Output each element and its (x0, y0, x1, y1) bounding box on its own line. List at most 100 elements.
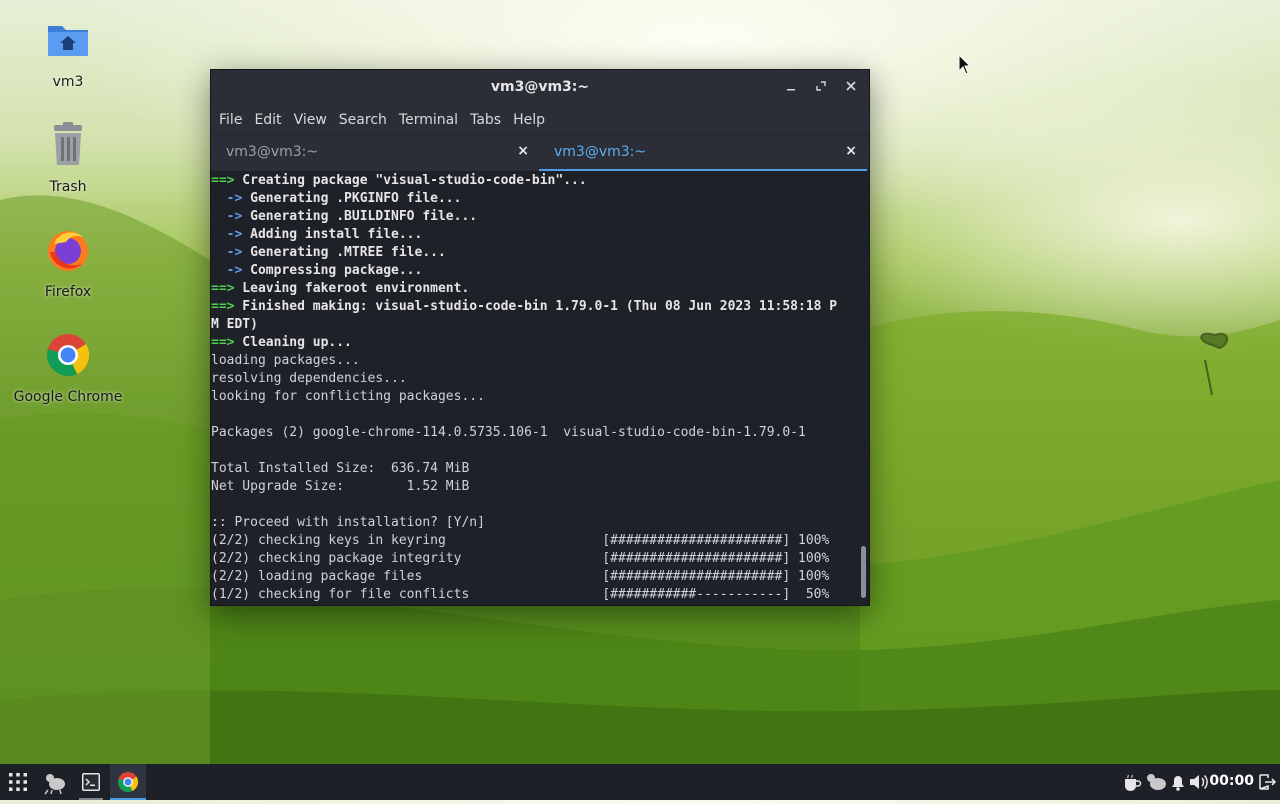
terminal-line: :: Proceed with installation? [Y/n] (211, 514, 857, 532)
terminal-line-text: Generating .PKGINFO file... (242, 191, 462, 206)
desktop-icon-chrome[interactable]: Google Chrome (8, 331, 128, 405)
terminal-line: (2/2) checking package integrity [######… (211, 550, 857, 568)
terminal-line: (2/2) loading package files [###########… (211, 568, 857, 586)
menu-bar: File Edit View Search Terminal Tabs Help (211, 106, 869, 134)
desktop-icon-firefox[interactable]: Firefox (8, 226, 128, 300)
tab-label: vm3@vm3:~ (554, 144, 647, 160)
taskbar-xfce-button[interactable] (38, 764, 74, 800)
menu-tabs[interactable]: Tabs (469, 112, 509, 128)
terminal-line: ==> Cleaning up... (211, 334, 857, 352)
terminal-line-text: resolving dependencies... (211, 371, 407, 386)
tab-close-icon[interactable]: × (517, 143, 529, 159)
terminal-line: Packages (2) google-chrome-114.0.5735.10… (211, 424, 857, 442)
tab-bar: vm3@vm3:~ × vm3@vm3:~ × (211, 134, 869, 171)
terminal-line: (2/2) checking keys in keyring [########… (211, 532, 857, 550)
terminal-line-prefix: -> (211, 191, 243, 206)
terminal-line: -> Adding install file... (211, 226, 857, 244)
terminal-line: -> Generating .BUILDINFO file... (211, 208, 857, 226)
terminal-line-prefix: -> (211, 209, 243, 224)
terminal-line-text: (1/2) checking for file conflicts [#####… (211, 587, 830, 602)
desktop-icon-label: Trash (49, 179, 87, 195)
terminal-line-text: Generating .MTREE file... (242, 245, 446, 260)
terminal-line: ==> Leaving fakeroot environment. (211, 280, 857, 298)
logout-button[interactable] (1252, 764, 1280, 800)
menu-file[interactable]: File (218, 112, 250, 128)
terminal-line-text: Cleaning up... (234, 335, 352, 350)
terminal-line-text: Net Upgrade Size: 1.52 MiB (211, 479, 470, 494)
terminal-line-text: M EDT) (211, 317, 258, 332)
terminal-line-text: looking for conflicting packages... (211, 389, 485, 404)
terminal-line-text: Packages (2) google-chrome-114.0.5735.10… (211, 425, 806, 440)
tab-label: vm3@vm3:~ (226, 144, 319, 160)
window-titlebar[interactable]: vm3@vm3:~ (211, 70, 869, 106)
terminal-line-text: Creating package "visual-studio-code-bin… (234, 173, 587, 188)
desktop-icon-label: vm3 (52, 74, 84, 90)
terminal-line-prefix: -> (211, 263, 243, 278)
terminal-line: -> Generating .PKGINFO file... (211, 190, 857, 208)
close-icon (845, 80, 857, 96)
taskbar: 00:00 (0, 764, 1280, 800)
terminal-icon (82, 773, 100, 791)
menu-help[interactable]: Help (512, 112, 553, 128)
terminal-line-prefix: -> (211, 245, 243, 260)
terminal-output[interactable]: ==> Creating package "visual-studio-code… (211, 171, 857, 605)
terminal-line-text: (2/2) checking keys in keyring [########… (211, 533, 830, 548)
menu-terminal[interactable]: Terminal (398, 112, 466, 128)
terminal-line: Net Upgrade Size: 1.52 MiB (211, 478, 857, 496)
chrome-icon (118, 772, 139, 792)
terminal-line-prefix: ==> (211, 281, 235, 296)
terminal-line: Total Installed Size: 636.74 MiB (211, 460, 857, 478)
close-window-button[interactable] (839, 76, 863, 100)
terminal-line-prefix: -> (211, 227, 243, 242)
minimize-button[interactable] (779, 76, 803, 100)
terminal-line: (1/2) checking for file conflicts [#####… (211, 586, 857, 604)
home-folder-icon (44, 16, 92, 64)
terminal-line: looking for conflicting packages... (211, 388, 857, 406)
desktop-icon-trash[interactable]: Trash (8, 121, 128, 195)
app-menu-button[interactable] (0, 764, 36, 800)
terminal-scrollbar[interactable] (861, 546, 866, 598)
terminal-line-text: Generating .BUILDINFO file... (242, 209, 478, 224)
mouse-cursor-icon (958, 53, 972, 80)
tab-close-icon[interactable]: × (845, 143, 857, 159)
terminal-line-prefix: ==> (211, 335, 235, 350)
trash-icon (44, 121, 92, 169)
terminal-line-text: Total Installed Size: 636.74 MiB (211, 461, 470, 476)
desktop-icon-label: Google Chrome (13, 389, 123, 405)
desktop-icon-label: Firefox (44, 284, 92, 300)
terminal-line-prefix: ==> (211, 299, 235, 314)
tab-terminal-2[interactable]: vm3@vm3:~ × (539, 135, 867, 171)
clock[interactable]: 00:00 (1209, 773, 1254, 789)
firefox-icon (44, 226, 92, 274)
terminal-window[interactable]: vm3@vm3:~ File Edit View Search Terminal… (210, 69, 870, 606)
terminal-line-text: Leaving fakeroot environment. (234, 281, 470, 296)
taskbar-chrome-button[interactable] (110, 764, 146, 800)
terminal-line: -> Compressing package... (211, 262, 857, 280)
terminal-line: resolving dependencies... (211, 370, 857, 388)
menu-view[interactable]: View (293, 112, 335, 128)
desktop-icon-home[interactable]: vm3 (8, 16, 128, 90)
minimize-icon (785, 80, 797, 96)
terminal-line-text: Compressing package... (242, 263, 423, 278)
terminal-line-prefix: ==> (211, 173, 235, 188)
maximize-button[interactable] (809, 76, 833, 100)
tab-terminal-1[interactable]: vm3@vm3:~ × (211, 135, 539, 171)
taskbar-terminal-button[interactable] (73, 764, 109, 800)
terminal-line: -> Generating .MTREE file... (211, 244, 857, 262)
menu-search[interactable]: Search (338, 112, 395, 128)
terminal-line: loading packages... (211, 352, 857, 370)
terminal-line: ==> Finished making: visual-studio-code-… (211, 298, 857, 316)
terminal-line: ==> Creating package "visual-studio-code… (211, 172, 857, 190)
chrome-icon (44, 331, 92, 379)
terminal-line-text: (2/2) checking package integrity [######… (211, 551, 830, 566)
terminal-line-text: :: Proceed with installation? [Y/n] (211, 515, 485, 530)
window-title: vm3@vm3:~ (490, 79, 590, 95)
menu-edit[interactable]: Edit (253, 112, 289, 128)
xfce-mouse-icon (44, 774, 65, 795)
terminal-line-text: (2/2) loading package files [###########… (211, 569, 830, 584)
terminal-line: M EDT) (211, 316, 857, 334)
terminal-line-text: Finished making: visual-studio-code-bin … (234, 299, 838, 314)
